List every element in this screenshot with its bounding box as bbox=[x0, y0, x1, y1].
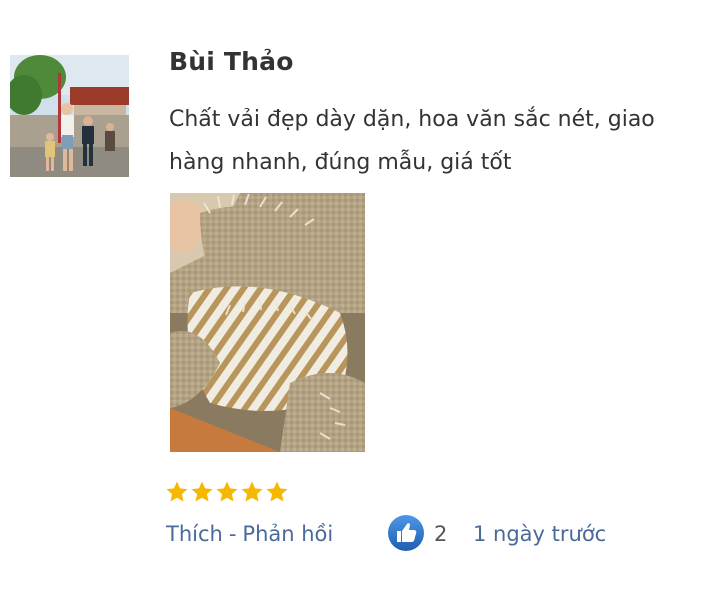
thumbs-up-icon[interactable] bbox=[387, 514, 425, 552]
review-time: 1 ngày trước bbox=[473, 522, 607, 546]
review-card: Bùi Thảo Chất vải đẹp dày dặn, hoa văn s… bbox=[0, 0, 718, 601]
like-count: 2 bbox=[434, 522, 448, 546]
reply-link[interactable]: Phản hồi bbox=[242, 522, 333, 546]
avatar bbox=[10, 55, 129, 177]
review-comment: Chất vải đẹp dày dặn, hoa văn sắc nét, g… bbox=[169, 107, 655, 175]
author-name: Bùi Thảo bbox=[169, 47, 294, 76]
rating-stars bbox=[165, 480, 289, 507]
star-icon bbox=[216, 481, 238, 502]
star-icon bbox=[191, 481, 213, 502]
star-icon bbox=[241, 481, 263, 502]
review-actions: Thích - Phản hồi bbox=[166, 519, 333, 549]
star-icon bbox=[266, 481, 288, 502]
star-icon bbox=[166, 481, 188, 502]
action-separator: - bbox=[228, 522, 237, 546]
review-photo[interactable] bbox=[170, 193, 365, 452]
like-link[interactable]: Thích bbox=[166, 522, 223, 546]
